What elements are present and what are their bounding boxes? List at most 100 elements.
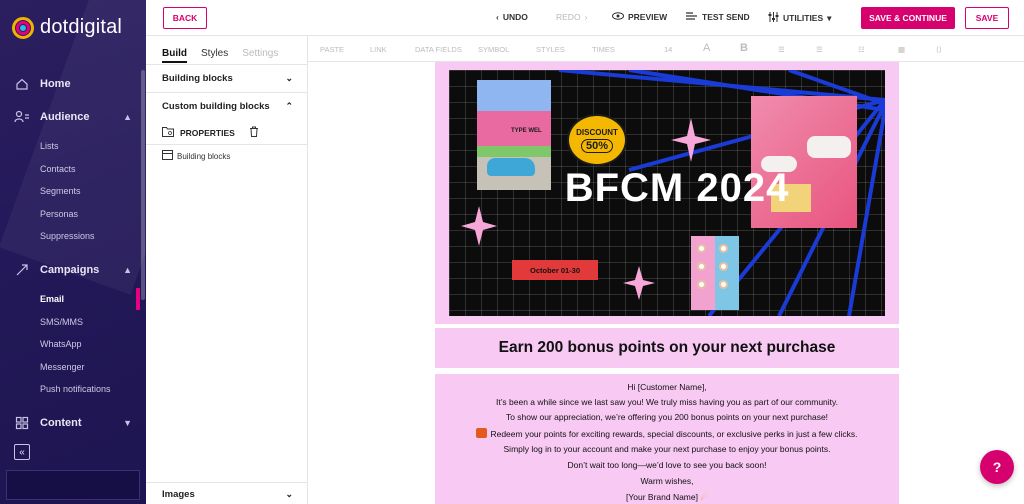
redo-label: REDO bbox=[556, 12, 581, 22]
images-section[interactable]: Images ⌄ bbox=[146, 482, 307, 504]
hero-image[interactable]: TYPE WEL DISCOUNT 50% BFCM 2024 October … bbox=[449, 70, 885, 316]
nav-home[interactable]: Home bbox=[14, 76, 132, 92]
nav-audience-label: Audience bbox=[40, 111, 90, 123]
body-line: It’s been a while since we last saw you!… bbox=[495, 397, 839, 407]
data-fields-button[interactable]: DATA FIELDS bbox=[415, 45, 462, 54]
date-range-tag: October 01-30 bbox=[512, 260, 598, 280]
folder-settings-icon bbox=[162, 126, 174, 139]
hero-title: BFCM 2024 bbox=[564, 166, 790, 210]
undo-label: UNDO bbox=[502, 12, 528, 22]
logo[interactable]: dotdigital bbox=[12, 16, 122, 39]
nav-personas[interactable]: Personas bbox=[40, 209, 78, 219]
chevron-down-icon: ▼ bbox=[123, 418, 132, 428]
tab-settings[interactable]: Settings bbox=[242, 48, 278, 63]
comet-icon: ☄ bbox=[700, 492, 708, 502]
preview-label: PREVIEW bbox=[628, 12, 668, 22]
nav-contacts[interactable]: Contacts bbox=[40, 164, 76, 174]
properties-button[interactable]: PROPERTIES bbox=[180, 128, 235, 138]
campaigns-icon bbox=[14, 262, 30, 278]
nav-home-label: Home bbox=[40, 78, 71, 90]
body-line: Warm wishes, bbox=[640, 476, 694, 486]
body-line: Redeem your points for exciting rewards,… bbox=[435, 428, 899, 439]
link-dropdown[interactable]: LINK bbox=[370, 45, 387, 54]
source-code-icon[interactable]: ⟨⟩ bbox=[936, 45, 942, 54]
back-button[interactable]: BACK bbox=[163, 7, 207, 29]
line-height-icon[interactable]: ☰ bbox=[816, 45, 823, 54]
discount-value: 50% bbox=[580, 138, 614, 153]
save-continue-button[interactable]: SAVE & CONTINUE bbox=[861, 7, 955, 29]
utilities-button[interactable]: UTILITIES ▾ bbox=[768, 12, 831, 24]
eye-icon bbox=[612, 12, 624, 22]
paste-dropdown[interactable]: PASTE bbox=[320, 45, 344, 54]
collapse-sidebar-icon[interactable]: « bbox=[14, 444, 30, 460]
body-line: Hi [Customer Name], bbox=[627, 382, 707, 392]
font-size-dropdown[interactable]: 14 bbox=[664, 45, 672, 54]
home-icon bbox=[14, 76, 30, 92]
nav-content[interactable]: Content ▼ bbox=[14, 415, 132, 431]
nav-messenger[interactable]: Messenger bbox=[40, 362, 85, 372]
table-icon[interactable]: ▦ bbox=[898, 45, 905, 54]
align-icon[interactable]: ☰ bbox=[778, 45, 785, 54]
nav-segments[interactable]: Segments bbox=[40, 186, 81, 196]
gift-icon bbox=[476, 428, 488, 438]
properties-row: PROPERTIES bbox=[162, 126, 259, 139]
chevron-left-icon: ‹ bbox=[496, 12, 499, 22]
nav-sms-mms[interactable]: SMS/MMS bbox=[40, 317, 83, 327]
email-canvas: TYPE WEL DISCOUNT 50% BFCM 2024 October … bbox=[308, 62, 1024, 504]
styles-dropdown[interactable]: STYLES bbox=[536, 45, 565, 54]
chevron-down-icon: ▾ bbox=[827, 12, 832, 23]
chevron-up-icon: ⌃ bbox=[285, 101, 293, 111]
trash-icon[interactable] bbox=[249, 126, 259, 139]
nav-suppressions[interactable]: Suppressions bbox=[40, 231, 95, 241]
preview-button[interactable]: PREVIEW bbox=[612, 12, 667, 22]
hero-block[interactable]: TYPE WEL DISCOUNT 50% BFCM 2024 October … bbox=[435, 62, 899, 324]
sidebar-scrollbar[interactable] bbox=[141, 70, 145, 300]
format-toolbar: PASTE LINK DATA FIELDS SYMBOL STYLES TIM… bbox=[308, 36, 1024, 62]
headline-block[interactable]: Earn 200 bonus points on your next purch… bbox=[435, 328, 899, 368]
nav-whatsapp[interactable]: WhatsApp bbox=[40, 339, 82, 349]
discount-label: DISCOUNT bbox=[576, 127, 618, 137]
chevron-right-icon: › bbox=[584, 12, 588, 22]
redo-button[interactable]: REDO › bbox=[556, 12, 587, 22]
audience-icon bbox=[14, 109, 30, 125]
font-dropdown[interactable]: TIMES bbox=[592, 45, 615, 54]
body-text-block[interactable]: Hi [Customer Name], It’s been a while si… bbox=[435, 374, 899, 504]
symbol-dropdown[interactable]: SYMBOL bbox=[478, 45, 509, 54]
logo-text: dotdigital bbox=[40, 16, 123, 38]
help-icon: ? bbox=[992, 459, 1002, 475]
help-button[interactable]: ? bbox=[980, 450, 1014, 484]
content-icon bbox=[14, 415, 30, 431]
test-send-icon bbox=[686, 12, 698, 22]
custom-block-item[interactable]: Building blocks bbox=[162, 150, 230, 162]
account-box[interactable] bbox=[6, 470, 140, 500]
building-blocks-label: Building blocks bbox=[162, 73, 233, 84]
chevron-up-icon: ▲ bbox=[123, 265, 132, 275]
sidebar: dotdigital Home Audience ▲ Lists Contact… bbox=[0, 0, 146, 504]
text-color-button[interactable]: A bbox=[703, 42, 710, 54]
test-send-label: TEST SEND bbox=[702, 12, 750, 22]
building-blocks-section[interactable]: Building blocks ⌄ bbox=[146, 64, 307, 92]
nav-push-notifications[interactable]: Push notifications bbox=[40, 384, 111, 394]
nav-audience[interactable]: Audience ▲ bbox=[14, 109, 132, 125]
custom-block-label: Building blocks bbox=[177, 151, 231, 161]
nav-campaigns[interactable]: Campaigns ▲ bbox=[14, 262, 132, 278]
nav-email[interactable]: Email bbox=[40, 294, 64, 304]
donuts-photo bbox=[691, 236, 739, 310]
custom-building-blocks-section[interactable]: Custom building blocks ⌃ bbox=[146, 92, 307, 120]
nav-lists[interactable]: Lists bbox=[40, 141, 59, 151]
undo-button[interactable]: ‹ UNDO bbox=[496, 12, 528, 22]
panel-tabs: Build Styles Settings bbox=[162, 48, 278, 63]
chevron-down-icon: ⌄ bbox=[285, 73, 293, 83]
tab-styles[interactable]: Styles bbox=[201, 48, 228, 63]
test-send-button[interactable]: TEST SEND bbox=[686, 12, 750, 22]
chevron-up-icon: ▲ bbox=[123, 112, 132, 122]
sliders-icon bbox=[768, 12, 779, 24]
body-line: Don’t wait too long—we’d love to see you… bbox=[567, 460, 767, 470]
save-button[interactable]: SAVE bbox=[965, 7, 1009, 29]
tab-build[interactable]: Build bbox=[162, 48, 187, 63]
bold-button[interactable]: B bbox=[740, 42, 748, 54]
list-icon[interactable]: ☷ bbox=[858, 45, 865, 54]
discount-badge: DISCOUNT 50% bbox=[567, 114, 627, 166]
body-line-text: Redeem your points for exciting rewards,… bbox=[490, 429, 858, 439]
chevron-down-icon: ⌄ bbox=[285, 489, 293, 499]
